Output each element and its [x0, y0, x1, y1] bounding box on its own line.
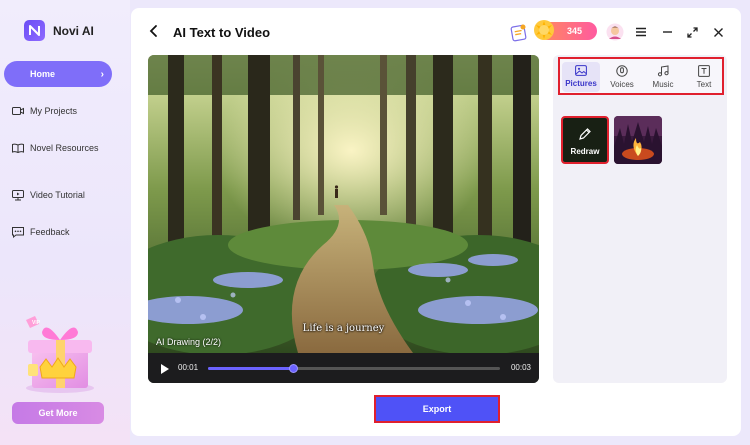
sidebar-item-my-projects[interactable]: My Projects — [4, 98, 112, 124]
tutorial-icon — [12, 189, 24, 201]
medal-icon — [534, 20, 554, 40]
current-time: 00:01 — [178, 363, 199, 372]
seek-bar-progress — [208, 367, 293, 370]
tab-label: Music — [652, 80, 674, 89]
user-avatar[interactable] — [605, 21, 625, 43]
ai-drawing-text: AI Drawing — [156, 337, 201, 347]
picture-thumbnail-selected[interactable]: Redraw — [561, 116, 609, 164]
page-title: AI Text to Video — [173, 25, 271, 40]
gift-promo-icon: VIP — [18, 312, 100, 394]
total-time: 00:03 — [510, 363, 531, 372]
ai-drawing-label: AI Drawing (2/2) — [156, 337, 221, 347]
sidebar-item-label: Home — [30, 69, 56, 79]
seek-handle[interactable] — [288, 364, 298, 373]
ai-drawing-index: (2/2) — [202, 337, 222, 347]
video-subtitle: Life is a journey — [302, 323, 385, 334]
credits-badge[interactable]: 345 — [534, 20, 597, 40]
app-name: Novi AI — [53, 23, 94, 38]
home-icon — [12, 68, 24, 80]
novi-logo-icon — [24, 20, 45, 41]
music-icon — [657, 65, 669, 77]
tab-music[interactable]: Music — [644, 62, 682, 92]
notepad-icon[interactable] — [509, 21, 529, 43]
main-panel: AI Text to Video 345 Life is a journey A… — [131, 8, 741, 436]
chevron-right-icon: › — [100, 68, 104, 80]
tab-label: Pictures — [565, 79, 597, 88]
tab-label: Voices — [610, 80, 634, 89]
sidebar-item-novel-resources[interactable]: Novel Resources — [4, 135, 112, 161]
asset-tabs: Pictures Voices Music Text — [558, 57, 724, 95]
picture-thumbnail[interactable] — [614, 116, 662, 164]
sidebar-item-label: Feedback — [30, 227, 70, 237]
menu-icon[interactable] — [634, 21, 648, 43]
tab-pictures[interactable]: Pictures — [562, 62, 600, 92]
play-icon[interactable] — [160, 362, 170, 380]
sidebar-item-label: Video Tutorial — [30, 190, 85, 200]
text-icon — [698, 65, 710, 77]
tab-label: Text — [696, 80, 712, 89]
video-controls: 00:01 00:03 — [148, 353, 539, 383]
close-icon[interactable] — [711, 21, 725, 43]
redraw-label: Redraw — [570, 147, 600, 156]
pencil-icon — [579, 128, 591, 140]
brand: Novi AI — [24, 20, 94, 41]
sidebar-item-label: Novel Resources — [30, 143, 99, 153]
campfire-thumbnail — [614, 116, 662, 164]
tab-text[interactable]: Text — [685, 62, 723, 92]
chat-icon — [12, 226, 24, 238]
credits-count: 345 — [567, 26, 583, 36]
video-preview[interactable]: Life is a journey AI Drawing (2/2) 00:01… — [148, 55, 539, 383]
video-folder-icon — [12, 105, 24, 117]
asset-panel: Pictures Voices Music Text Redraw — [553, 55, 727, 383]
minimize-icon[interactable] — [660, 21, 674, 43]
vip-badge: VIP — [32, 320, 41, 326]
voice-icon — [616, 65, 628, 77]
expand-icon[interactable] — [685, 21, 699, 43]
image-icon — [575, 65, 587, 76]
sidebar-item-label: My Projects — [30, 106, 78, 116]
sidebar-item-video-tutorial[interactable]: Video Tutorial — [4, 182, 112, 208]
seek-bar[interactable] — [208, 364, 500, 373]
export-button[interactable]: Export — [374, 395, 500, 423]
get-more-button[interactable]: Get More — [12, 402, 104, 424]
book-icon — [12, 142, 24, 154]
sidebar: Novi AI Home › My Projects Novel Resourc… — [0, 0, 130, 445]
sidebar-item-home[interactable]: Home › — [4, 61, 112, 87]
sidebar-item-feedback[interactable]: Feedback — [4, 219, 112, 245]
tab-voices[interactable]: Voices — [603, 62, 641, 92]
back-arrow-icon[interactable] — [148, 24, 160, 38]
forest-path-image — [148, 55, 539, 353]
